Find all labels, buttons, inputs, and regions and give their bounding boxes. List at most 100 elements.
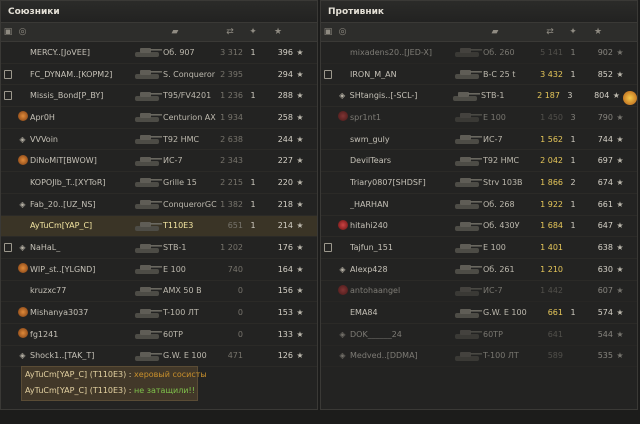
xp-value: 214 [277, 221, 293, 231]
xp-star-icon: ★ [616, 199, 624, 209]
player-row[interactable]: kruzxc77 AMX 50 B 0 156 ★ [1, 281, 317, 303]
damage-value: 1 450 [540, 112, 563, 122]
xp-header-icon[interactable]: ★ [583, 27, 613, 37]
player-row[interactable]: hitahi240 Об. 430У 1 684 1 647 ★ [321, 216, 637, 238]
xp-value: 638 [597, 243, 613, 253]
player-row[interactable]: Mishanya3037 T-100 ЛТ 0 153 ★ [1, 302, 317, 324]
player-name: AyTuCm[YAP_C] [30, 221, 93, 231]
player-row[interactable]: WIP_st..[YLGND] E 100 740 164 ★ [1, 259, 317, 281]
xp-star-icon: ★ [616, 329, 624, 339]
player-row[interactable]: EMA84 G.W. E 100 661 1 574 ★ [321, 302, 637, 324]
tank-silhouette-icon [135, 286, 162, 296]
player-row[interactable]: KOPOJlb_T..[XYToR] Grille 15 2 215 1 220 ★ [1, 172, 317, 194]
diamond-emblem-icon: ◈ [339, 91, 346, 101]
xp-value: 176 [277, 243, 293, 253]
clan-header-icon[interactable]: ◎ [335, 27, 350, 37]
player-name: DiNoMiT[BWOW] [30, 156, 97, 166]
damage-value: 2 343 [220, 156, 243, 166]
vehicle-icon [453, 306, 483, 320]
clan-emblem-icon [17, 263, 28, 274]
player-row[interactable]: DevilTears T92 HMC 2 042 1 697 ★ [321, 150, 637, 173]
xp-star-icon: ★ [616, 286, 624, 296]
clan-header-icon[interactable]: ◎ [15, 27, 30, 37]
vehicle-icon [133, 262, 163, 276]
kills-header-icon[interactable]: ✦ [243, 27, 263, 37]
xp-value: 852 [597, 69, 613, 79]
player-row[interactable]: MERCY..[JoVEE] Об. 907 3 312 1 396 ★ [1, 42, 317, 64]
damage-value: 2 395 [220, 69, 243, 79]
allies-list: MERCY..[JoVEE] Об. 907 3 312 1 396 ★ FC_DYNAM.… [1, 42, 317, 368]
player-row[interactable]: ◈ Alexp428 Об. 261 1 210 630 ★ [321, 259, 637, 281]
vehicle-header-icon[interactable]: ▰ [453, 27, 537, 37]
player-row[interactable]: DiNoMiT[BWOW] ИС-7 2 343 227 ★ [1, 150, 317, 173]
vehicle-icon [453, 349, 483, 363]
player-name: Mishanya3037 [30, 308, 89, 318]
clan-emblem-icon [335, 111, 350, 123]
vehicle-icon [133, 241, 163, 255]
xp-star-icon: ★ [616, 177, 624, 187]
player-row[interactable]: ◈ VVVoin T92 HMC 2 638 244 ★ [1, 129, 317, 151]
medal-icon [623, 90, 638, 105]
player-name: _HARHAN [350, 199, 389, 209]
vehicle-icon [133, 197, 163, 211]
player-row[interactable]: ◈ Shock1..[TAK_T] G.W. E 100 471 126 ★ [1, 346, 317, 368]
player-row[interactable]: fg1241 60TP 0 133 ★ [1, 324, 317, 346]
player-row[interactable]: Tajfun_151 E 100 1 401 638 ★ [321, 237, 637, 259]
vehicle-icon [453, 132, 483, 146]
platoon-slot [1, 242, 15, 253]
player-row[interactable]: ◈ Medved..[DDMA] T-100 ЛТ 589 535 ★ [321, 346, 637, 368]
player-name: EMA84 [350, 308, 378, 318]
battle-chat: AyTuCm[YAP_C] (T110E3) : херовый сосисты… [21, 366, 207, 401]
tank-silhouette-icon [455, 265, 482, 275]
allies-title: Союзники [1, 1, 317, 23]
player-row[interactable]: FC_DYNAM..[KOPM2] S. Conqueror 2 395 294 ★ [1, 64, 317, 86]
platoon-header-icon[interactable]: ▣ [1, 27, 15, 37]
player-row[interactable]: ◈ NaHaL_ STB-1 1 202 176 ★ [1, 237, 317, 259]
xp-star-icon: ★ [296, 351, 304, 361]
damage-header-icon[interactable]: ⇄ [217, 27, 243, 37]
xp-value: 396 [277, 47, 293, 57]
damage-value: 1 202 [220, 243, 243, 253]
chat-message: херовый сосисты [134, 370, 207, 379]
player-row[interactable]: antohaangel ИС-7 1 442 607 ★ [321, 281, 637, 303]
chat-message: не затащили!! [134, 386, 195, 395]
player-row[interactable]: Triary0807[SHDSF] Strv 103B 1 866 2 674 ★ [321, 172, 637, 194]
player-row[interactable]: ◈ SHtangis..[-SCL-] STB-1 2 187 3 804 ★ [321, 85, 638, 108]
vehicle-icon [453, 219, 483, 233]
player-name: Alexp428 [350, 264, 388, 274]
player-row[interactable]: mixadens20..[JED-X] Об. 260 5 141 1 902 ★ [321, 42, 637, 64]
chat-line: AyTuCm[YAP_C] (T110E3) : херовый сосисты [22, 367, 207, 383]
player-row[interactable]: AyTuCm[YAP_C] T110E3 651 1 214 ★ [1, 215, 317, 238]
xp-star-icon: ★ [296, 69, 304, 79]
xp-star-icon: ★ [616, 47, 624, 57]
xp-value: 902 [597, 47, 613, 57]
player-row[interactable]: spr1nt1 E 100 1 450 3 790 ★ [321, 107, 637, 129]
damage-value: 5 141 [540, 47, 563, 57]
xp-header-icon[interactable]: ★ [263, 27, 293, 37]
player-row[interactable]: IRON_M_AN B-C 25 t 3 432 1 852 ★ [321, 64, 637, 86]
player-row[interactable]: swm_guly ИС-7 1 562 1 744 ★ [321, 129, 637, 151]
vehicle-header-icon[interactable]: ▰ [133, 27, 217, 37]
xp-value: 288 [277, 91, 293, 101]
player-row[interactable]: Missis_Bond[P_BY] T95/FV4201 1 236 1 288 ★ [1, 85, 317, 108]
player-row[interactable]: ◈ DOK______24 60TP 641 544 ★ [321, 324, 637, 346]
vehicle-name: E 100 [163, 264, 186, 274]
kills-value: 1 [250, 177, 256, 187]
player-name: MERCY..[JoVEE] [30, 47, 90, 57]
xp-value: 744 [597, 134, 613, 144]
platoon-header-icon[interactable]: ▣ [321, 27, 335, 37]
platoon-icon [4, 91, 12, 101]
allies-panel: Союзники ▣ ◎ ▰ ⇄ ✦ ★ MERCY..[JoVEE] Об. 9… [0, 0, 318, 410]
clan-emblem-icon [17, 154, 28, 165]
damage-header-icon[interactable]: ⇄ [537, 27, 563, 37]
player-row[interactable]: Apr0H Centurion AX 1 934 258 ★ [1, 107, 317, 129]
player-row[interactable]: ◈ Fab_20..[UZ_NS] ConquerorGC 1 382 1 218 ★ [1, 194, 317, 216]
player-row[interactable]: _HARHAN Об. 268 1 922 1 661 ★ [321, 194, 637, 216]
tank-silhouette-icon [135, 351, 162, 361]
clan-emblem-icon [337, 111, 348, 122]
clan-emblem-icon [17, 328, 28, 339]
diamond-emblem-icon: ◈ [339, 329, 346, 339]
kills-header-icon[interactable]: ✦ [563, 27, 583, 37]
player-name: DevilTears [350, 156, 392, 166]
tank-silhouette-icon [135, 243, 162, 253]
